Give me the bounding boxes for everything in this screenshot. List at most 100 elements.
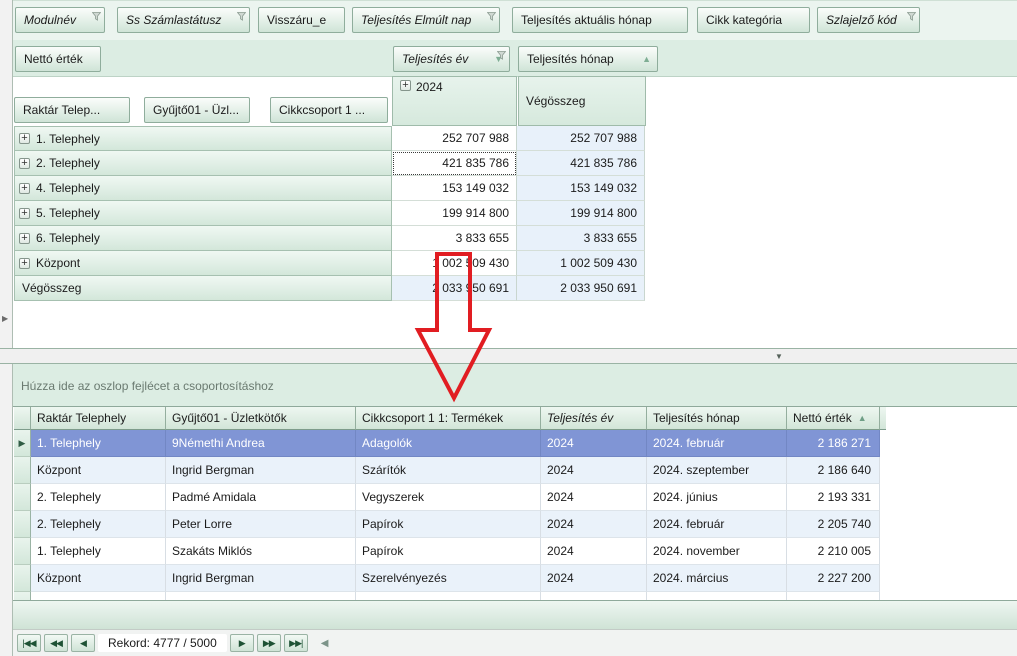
horizontal-splitter[interactable]: ▼ bbox=[0, 348, 1017, 364]
table-cell[interactable]: Padmé Amidala bbox=[166, 484, 356, 511]
pivot-grand-total-cell[interactable]: 153 149 032 bbox=[517, 176, 645, 201]
table-cell[interactable]: 2024 bbox=[541, 430, 647, 457]
table-cell[interactable]: 2 227 200 bbox=[787, 565, 880, 592]
nav-prev-page-button[interactable]: ◀◀ bbox=[44, 634, 68, 652]
pivot-grand-total-cell[interactable]: 421 835 786 bbox=[517, 151, 645, 176]
nav-prev-button[interactable]: ◀ bbox=[71, 634, 95, 652]
filter-field-button[interactable]: Teljesítés Elmúlt nap bbox=[352, 7, 500, 33]
nav-first-button[interactable]: |◀◀ bbox=[17, 634, 41, 652]
pivot-row-header[interactable]: +5. Telephely bbox=[14, 201, 392, 226]
table-row[interactable]: 2. TelephelyPadmé AmidalaVegyszerek20242… bbox=[14, 484, 880, 511]
grid-column-header[interactable]: Raktár Telephely bbox=[31, 407, 166, 430]
expand-icon[interactable]: + bbox=[400, 80, 411, 91]
pivot-column-header-grand-total[interactable]: Végösszeg bbox=[518, 76, 646, 126]
table-cell[interactable]: 2024. szeptember bbox=[647, 457, 787, 484]
filter-field-button[interactable]: Ss Számlastátusz bbox=[117, 7, 250, 33]
table-cell[interactable]: 2024. augusztus bbox=[647, 592, 787, 600]
table-row[interactable]: KözpontIngrid BergmanSzerelvényezés20242… bbox=[14, 565, 880, 592]
grid-column-header[interactable]: Nettó érték▲ bbox=[787, 407, 880, 430]
expand-icon[interactable]: + bbox=[19, 133, 30, 144]
filter-funnel-icon[interactable] bbox=[497, 49, 506, 58]
table-cell[interactable]: 2. Telephely bbox=[31, 511, 166, 538]
pivot-row-header[interactable]: +1. Telephely bbox=[14, 126, 392, 151]
table-cell[interactable]: 2 186 271 bbox=[787, 430, 880, 457]
table-row[interactable]: 1. TelephelySzakáts MiklósPapírok2024202… bbox=[14, 538, 880, 565]
table-cell[interactable]: Vegyszerek bbox=[356, 484, 541, 511]
hscrollbar-left-arrow-icon[interactable]: ◀ bbox=[321, 638, 329, 649]
table-cell[interactable]: 2024. március bbox=[647, 565, 787, 592]
expand-icon[interactable]: + bbox=[19, 258, 30, 269]
table-cell[interactable]: Szárítók bbox=[356, 457, 541, 484]
pivot-row-field-button[interactable]: Gyűjtő01 - Üzl... bbox=[144, 97, 250, 123]
table-cell[interactable]: 2 205 740 bbox=[787, 511, 880, 538]
table-cell[interactable]: Központ bbox=[31, 592, 166, 600]
table-cell[interactable]: Központ bbox=[31, 457, 166, 484]
pivot-row-field-button[interactable]: Cikkcsoport 1 ... bbox=[270, 97, 388, 123]
table-cell[interactable]: 2024 bbox=[541, 484, 647, 511]
pivot-grand-total-cell[interactable]: 3 833 655 bbox=[517, 226, 645, 251]
table-cell[interactable]: Ingrid Bergman bbox=[166, 565, 356, 592]
pivot-value-cell[interactable]: 1 002 509 430 bbox=[392, 251, 517, 276]
filter-field-button[interactable]: Szlajelző kód bbox=[817, 7, 920, 33]
table-row[interactable]: KözpontIngrid BergmanSzárítók20242024. s… bbox=[14, 457, 880, 484]
table-row[interactable]: 2. TelephelyPeter LorrePapírok20242024. … bbox=[14, 511, 880, 538]
table-cell[interactable]: Nyomdagépek bbox=[356, 592, 541, 600]
filter-field-button[interactable]: Modulnév bbox=[15, 7, 105, 33]
table-cell[interactable]: 2024. február bbox=[647, 430, 787, 457]
table-cell[interactable]: 2 186 640 bbox=[787, 457, 880, 484]
pivot-data-field-button[interactable]: Nettó érték bbox=[15, 46, 101, 72]
nav-last-button[interactable]: ▶▶| bbox=[284, 634, 308, 652]
expand-icon[interactable]: + bbox=[19, 208, 30, 219]
table-cell[interactable]: Ingrid Bergman bbox=[166, 457, 356, 484]
pivot-row-header[interactable]: Végösszeg bbox=[14, 276, 392, 301]
table-cell[interactable]: 9Némethi Andrea bbox=[166, 430, 356, 457]
pivot-row-header[interactable]: +6. Telephely bbox=[14, 226, 392, 251]
grid-column-header[interactable]: Teljesítés év bbox=[541, 407, 647, 430]
pivot-row-header[interactable]: +Központ bbox=[14, 251, 392, 276]
pivot-value-cell[interactable]: 421 835 786 bbox=[392, 151, 517, 176]
pivot-value-cell[interactable]: 252 707 988 bbox=[392, 126, 517, 151]
table-cell[interactable]: Papírok bbox=[356, 538, 541, 565]
table-cell[interactable]: 2024 bbox=[541, 457, 647, 484]
row-indicator[interactable] bbox=[14, 511, 31, 538]
grid-column-header[interactable]: Cikkcsoport 1 1: Termékek bbox=[356, 407, 541, 430]
pivot-row-header[interactable]: +2. Telephely bbox=[14, 151, 392, 176]
pivot-row-header[interactable]: +4. Telephely bbox=[14, 176, 392, 201]
table-cell[interactable]: 2 210 005 bbox=[787, 538, 880, 565]
table-row[interactable]: KözpontPat BenatarNyomdagépek20242024. a… bbox=[14, 592, 880, 600]
pivot-value-cell[interactable]: 2 033 950 691 bbox=[392, 276, 517, 301]
filter-funnel-icon[interactable] bbox=[487, 10, 496, 19]
pivot-value-cell[interactable]: 3 833 655 bbox=[392, 226, 517, 251]
filter-funnel-icon[interactable] bbox=[237, 10, 246, 19]
table-cell[interactable]: 2024 bbox=[541, 565, 647, 592]
grid-column-header[interactable]: Gyűjtő01 - Üzletkötők bbox=[166, 407, 356, 430]
table-cell[interactable]: Adagolók bbox=[356, 430, 541, 457]
pivot-value-cell[interactable]: 199 914 800 bbox=[392, 201, 517, 226]
splitter-collapse-icon[interactable]: ▼ bbox=[775, 352, 783, 361]
grid-group-panel[interactable]: Húzza ide az oszlop fejlécet a csoportos… bbox=[13, 364, 1017, 407]
pivot-grand-total-cell[interactable]: 199 914 800 bbox=[517, 201, 645, 226]
table-cell[interactable]: 2 231 081 bbox=[787, 592, 880, 600]
table-row[interactable]: ▶1. Telephely9Némethi AndreaAdagolók2024… bbox=[14, 430, 880, 457]
pivot-column-header-2024[interactable]: + 2024 bbox=[392, 76, 517, 126]
table-cell[interactable]: Szerelvényezés bbox=[356, 565, 541, 592]
pivot-column-field-button[interactable]: Teljesítés év▼ bbox=[393, 46, 510, 72]
pivot-grand-total-cell[interactable]: 2 033 950 691 bbox=[517, 276, 645, 301]
table-cell[interactable]: 2024. november bbox=[647, 538, 787, 565]
selected-row-indicator-icon[interactable]: ▶ bbox=[14, 430, 31, 457]
table-cell[interactable]: Központ bbox=[31, 565, 166, 592]
table-cell[interactable]: 2024 bbox=[541, 511, 647, 538]
table-cell[interactable]: 2. Telephely bbox=[31, 484, 166, 511]
splitter-expand-icon[interactable]: ▶ bbox=[2, 315, 8, 323]
pivot-grand-total-cell[interactable]: 252 707 988 bbox=[517, 126, 645, 151]
filter-funnel-icon[interactable] bbox=[92, 10, 101, 19]
table-cell[interactable]: Pat Benatar bbox=[166, 592, 356, 600]
row-indicator[interactable] bbox=[14, 565, 31, 592]
nav-next-page-button[interactable]: ▶▶ bbox=[257, 634, 281, 652]
table-cell[interactable]: Szakáts Miklós bbox=[166, 538, 356, 565]
table-cell[interactable]: 2024 bbox=[541, 592, 647, 600]
expand-icon[interactable]: + bbox=[19, 233, 30, 244]
nav-next-button[interactable]: ▶ bbox=[230, 634, 254, 652]
pivot-row-field-button[interactable]: Raktár Telep... bbox=[14, 97, 130, 123]
filter-field-button[interactable]: Visszáru_e bbox=[258, 7, 345, 33]
